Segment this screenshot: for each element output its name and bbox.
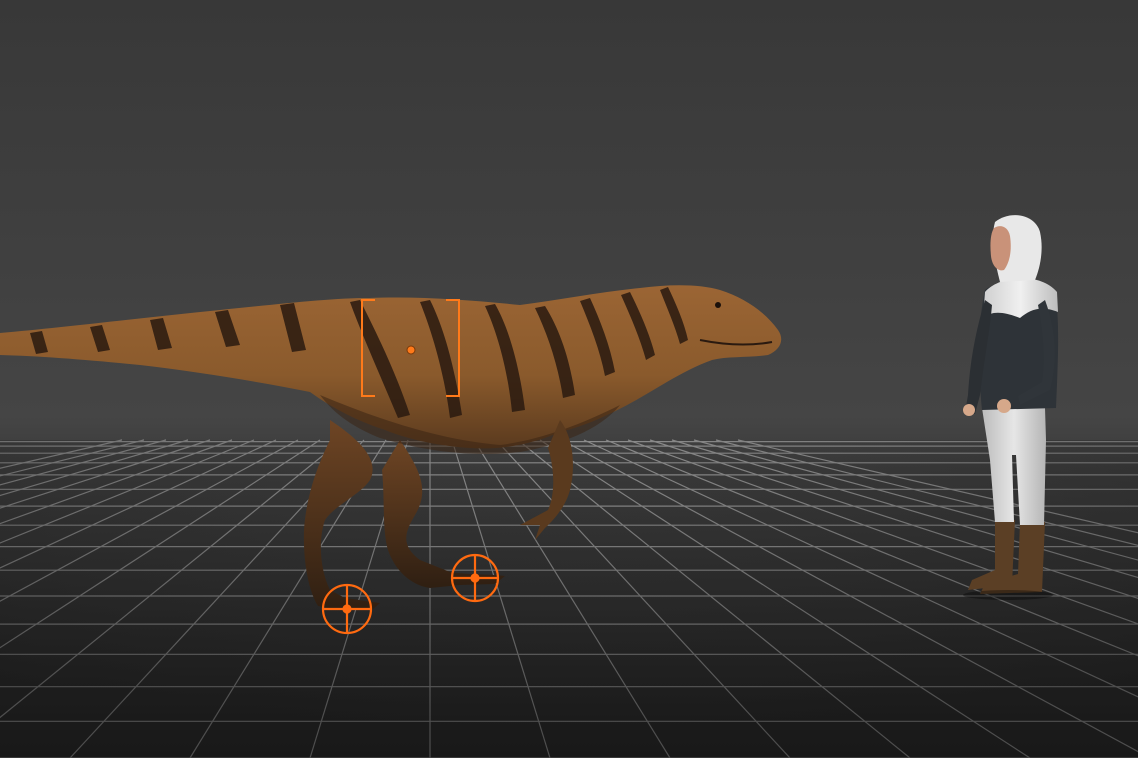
human-left-hand (963, 404, 975, 416)
crosshair-dot-icon (470, 573, 480, 583)
crosshair-dot-icon (342, 604, 352, 614)
human-right-hand (997, 399, 1011, 413)
left-foot-ik-target[interactable] (321, 583, 373, 635)
dinosaur-eye (715, 302, 721, 308)
pivot-point-icon[interactable] (406, 345, 416, 355)
viewport-scene[interactable] (0, 0, 1138, 758)
right-foot-ik-target[interactable] (450, 553, 500, 603)
human-ground-shadow (963, 590, 1053, 600)
3d-viewport[interactable] (0, 0, 1138, 758)
